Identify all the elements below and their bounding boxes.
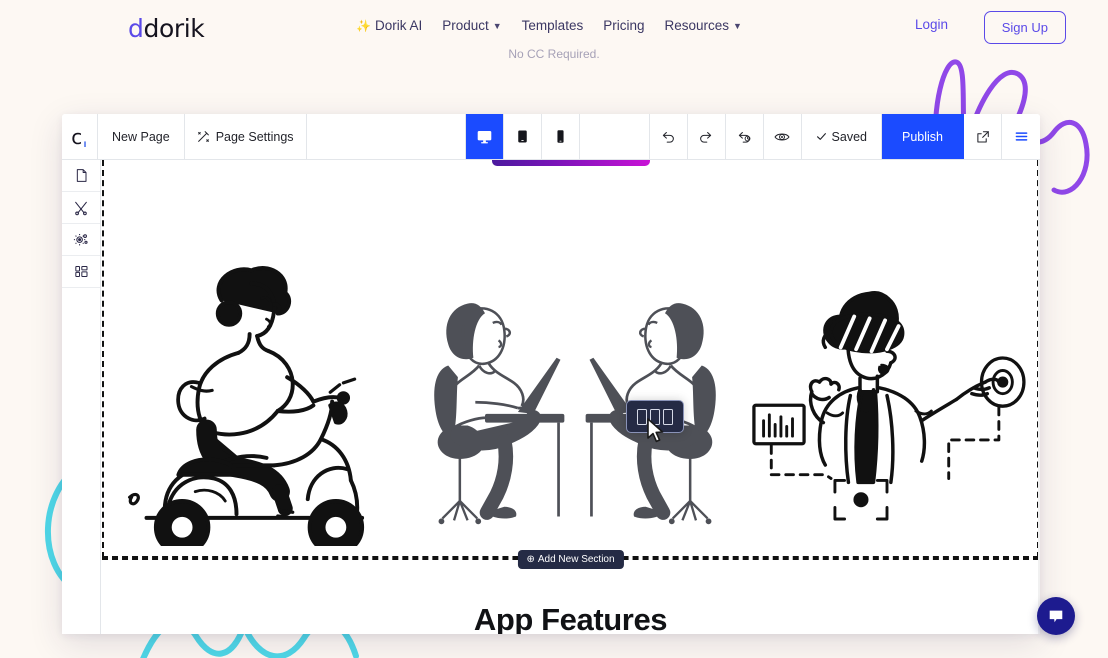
nav-item-pricing[interactable]: Pricing — [603, 18, 644, 33]
page-settings-label: Page Settings — [215, 129, 294, 144]
nav-item-templates[interactable]: Templates — [522, 18, 584, 33]
hamburger-menu-icon — [1015, 132, 1027, 141]
mobile-icon — [556, 130, 564, 143]
sparkle-icon: ✨ — [356, 18, 371, 33]
saved-status: Saved — [802, 114, 882, 159]
page-settings-button[interactable]: Page Settings — [185, 114, 307, 159]
history-button[interactable] — [726, 114, 764, 159]
column-option-3-icon[interactable] — [663, 408, 673, 425]
nav-item-label: Dorik AI — [374, 18, 423, 33]
dorik-logo[interactable]: ddorik — [128, 14, 205, 43]
chat-bubble-button[interactable] — [1037, 597, 1075, 635]
nav-item-label: Resources — [664, 18, 729, 33]
undo-button[interactable] — [650, 114, 688, 159]
desktop-icon — [477, 130, 491, 144]
next-section[interactable]: App Features — [101, 560, 1040, 634]
editor-logo-button[interactable]: cˌ — [62, 114, 98, 159]
nav-item-label: Pricing — [603, 18, 645, 33]
section-above-peek — [491, 160, 650, 166]
preview-button[interactable] — [764, 114, 802, 159]
add-new-section-label: Add New Section — [537, 554, 615, 565]
screen-root: ddorik ✨ Dorik AI Product ▼ Templates Pr… — [0, 0, 1108, 658]
chat-bubble-icon — [1049, 610, 1063, 623]
new-page-button[interactable]: New Page — [98, 114, 185, 159]
chevron-down-icon: ▼ — [492, 21, 502, 31]
page-icon — [76, 169, 86, 182]
sidebar-item-pages[interactable] — [62, 160, 100, 192]
nav-item-product[interactable]: Product ▼ — [442, 18, 501, 33]
column-layout-toolbar[interactable] — [626, 400, 684, 433]
history-icon — [738, 131, 751, 143]
vr-user-illustration — [752, 290, 1026, 521]
saved-label: Saved — [831, 129, 867, 144]
toolbar-spacer — [307, 114, 466, 159]
dorik-mark-icon: cˌ — [71, 124, 88, 149]
device-tablet-button[interactable] — [504, 114, 542, 159]
app-features-heading: App Features — [473, 602, 668, 634]
check-icon — [816, 133, 826, 140]
column-option-2-icon[interactable] — [650, 408, 660, 425]
logo-accent-stem: d — [128, 14, 144, 43]
design-tools-icon — [75, 201, 87, 215]
sidebar-item-design[interactable] — [62, 192, 100, 224]
device-desktop-button[interactable] — [465, 114, 504, 159]
nav-item-label: Templates — [521, 18, 584, 33]
redo-icon — [700, 131, 712, 143]
sidebar-item-sections[interactable] — [62, 256, 100, 288]
editor-window: cˌ New Page Page Settings Saved Publish … — [62, 114, 1040, 634]
sidebar-item-settings[interactable] — [62, 224, 100, 256]
open-site-button[interactable] — [964, 114, 1002, 159]
illustration-row — [101, 226, 1040, 546]
toolbar-gap — [580, 114, 650, 159]
editor-body: ⊕ Add New Section App Features — [62, 160, 1040, 634]
plus-icon: ⊕ — [526, 554, 535, 565]
external-link-icon — [976, 130, 989, 143]
nav-item-label: Product — [442, 18, 489, 33]
editor-sidebar — [62, 160, 101, 634]
site-navigation-bar: ddorik ✨ Dorik AI Product ▼ Templates Pr… — [0, 0, 1108, 56]
logo-text: dorik — [143, 14, 205, 43]
gears-icon — [73, 233, 88, 245]
login-link[interactable]: Login — [915, 17, 948, 32]
wand-icon — [197, 131, 209, 142]
undo-icon — [662, 131, 674, 143]
redo-button[interactable] — [688, 114, 726, 159]
canvas-scrollbar[interactable] — [1038, 160, 1040, 634]
tablet-icon — [517, 130, 527, 143]
nav-item-resources[interactable]: Resources ▼ — [664, 18, 741, 33]
add-new-section-button[interactable]: ⊕ Add New Section — [517, 550, 624, 569]
layers-icon — [74, 266, 87, 277]
chevron-down-icon: ▼ — [733, 21, 742, 31]
nav-item-dorik-ai[interactable]: ✨ Dorik AI — [356, 18, 422, 33]
new-page-label: New Page — [112, 129, 170, 144]
publish-label: Publish — [902, 129, 943, 144]
eye-icon — [774, 133, 790, 140]
nav-links: ✨ Dorik AI Product ▼ Templates Pricing R… — [356, 18, 742, 33]
sidebar-filler — [62, 288, 100, 634]
main-menu-button[interactable] — [1002, 114, 1040, 159]
editor-canvas[interactable]: ⊕ Add New Section App Features — [101, 160, 1040, 634]
device-mobile-button[interactable] — [542, 114, 580, 159]
column-option-1-icon[interactable] — [637, 408, 647, 425]
sign-up-button[interactable]: Sign Up — [983, 11, 1066, 44]
publish-button[interactable]: Publish — [882, 114, 964, 159]
scooter-rider-illustration — [128, 266, 365, 546]
editor-toolbar: cˌ New Page Page Settings Saved Publish — [62, 114, 1040, 160]
